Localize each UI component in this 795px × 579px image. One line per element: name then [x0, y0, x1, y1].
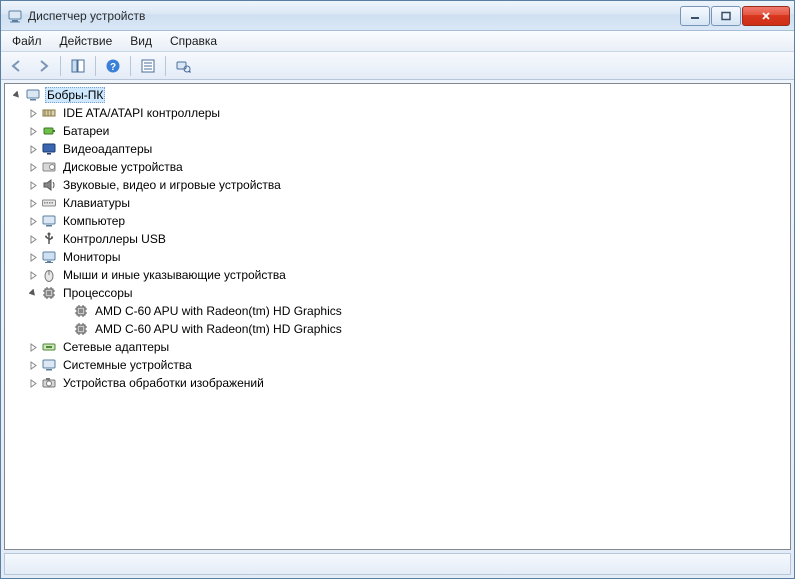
disk-icon [41, 159, 57, 175]
tree-category-sound[interactable]: Звуковые, видео и игровые устройства [5, 176, 790, 194]
usb-icon [41, 231, 57, 247]
expand-icon[interactable] [25, 357, 41, 373]
titlebar[interactable]: Диспетчер устройств [1, 1, 794, 31]
expand-icon[interactable] [25, 141, 41, 157]
tree-label: Контроллеры USB [61, 231, 168, 247]
expand-icon[interactable] [25, 123, 41, 139]
svg-text:?: ? [110, 62, 116, 73]
properties-button[interactable] [136, 55, 160, 77]
processor-icon [73, 303, 89, 319]
content-wrapper: Бобры-ПК IDE ATA/ATAPI контроллеры Батар… [1, 80, 794, 578]
window-controls [680, 6, 790, 26]
tree-category-system[interactable]: Системные устройства [5, 356, 790, 374]
expand-icon[interactable] [25, 105, 41, 121]
nav-back-button[interactable] [5, 55, 29, 77]
minimize-button[interactable] [680, 6, 710, 26]
expander-empty [57, 321, 73, 337]
nav-forward-button[interactable] [31, 55, 55, 77]
tree-label: Мыши и иные указывающие устройства [61, 267, 288, 283]
processor-icon [73, 321, 89, 337]
device-manager-window: Диспетчер устройств Файл Действие Вид Сп… [0, 0, 795, 579]
toolbar-separator [130, 56, 131, 76]
tree-item-cpu-0[interactable]: AMD C-60 APU with Radeon(tm) HD Graphics [5, 302, 790, 320]
tree-category-network[interactable]: Сетевые адаптеры [5, 338, 790, 356]
expander-empty [57, 303, 73, 319]
close-button[interactable] [742, 6, 790, 26]
imaging-icon [41, 375, 57, 391]
tree-category-imaging[interactable]: Устройства обработки изображений [5, 374, 790, 392]
tree-label: Звуковые, видео и игровые устройства [61, 177, 283, 193]
processor-icon [41, 285, 57, 301]
tree-label: Процессоры [61, 285, 135, 301]
expand-icon[interactable] [25, 375, 41, 391]
tree-label: Дисковые устройства [61, 159, 185, 175]
show-hide-tree-button[interactable] [66, 55, 90, 77]
tree-label: Видеоадаптеры [61, 141, 154, 157]
tree-label: Клавиатуры [61, 195, 132, 211]
collapse-icon[interactable] [25, 285, 41, 301]
sound-icon [41, 177, 57, 193]
expand-icon[interactable] [25, 213, 41, 229]
tree-label: Устройства обработки изображений [61, 375, 266, 391]
menubar: Файл Действие Вид Справка [1, 31, 794, 52]
tree-label: Сетевые адаптеры [61, 339, 171, 355]
tree-label: IDE ATA/ATAPI контроллеры [61, 105, 222, 121]
expand-icon[interactable] [25, 177, 41, 193]
status-bar [4, 553, 791, 575]
tree-category-processors[interactable]: Процессоры [5, 284, 790, 302]
tree-label: Системные устройства [61, 357, 194, 373]
expand-icon[interactable] [25, 249, 41, 265]
toolbar-separator [95, 56, 96, 76]
tree-category-usb[interactable]: Контроллеры USB [5, 230, 790, 248]
collapse-icon[interactable] [9, 87, 25, 103]
device-tree: Бобры-ПК IDE ATA/ATAPI контроллеры Батар… [5, 86, 790, 392]
tree-item-label: AMD C-60 APU with Radeon(tm) HD Graphics [93, 321, 344, 337]
tree-category-disks[interactable]: Дисковые устройства [5, 158, 790, 176]
menu-action[interactable]: Действие [51, 32, 122, 50]
tree-category-batteries[interactable]: Батареи [5, 122, 790, 140]
tree-label: Мониторы [61, 249, 122, 265]
tree-item-label: AMD C-60 APU with Radeon(tm) HD Graphics [93, 303, 344, 319]
menu-help[interactable]: Справка [161, 32, 226, 50]
device-manager-icon [7, 8, 23, 24]
battery-icon [41, 123, 57, 139]
expand-icon[interactable] [25, 267, 41, 283]
expand-icon[interactable] [25, 231, 41, 247]
tree-category-display[interactable]: Видеоадаптеры [5, 140, 790, 158]
tree-category-monitors[interactable]: Мониторы [5, 248, 790, 266]
tree-item-cpu-1[interactable]: AMD C-60 APU with Radeon(tm) HD Graphics [5, 320, 790, 338]
tree-label: Компьютер [61, 213, 127, 229]
device-tree-pane[interactable]: Бобры-ПК IDE ATA/ATAPI контроллеры Батар… [4, 83, 791, 550]
expand-icon[interactable] [25, 339, 41, 355]
expand-icon[interactable] [25, 159, 41, 175]
tree-root-label[interactable]: Бобры-ПК [45, 87, 105, 103]
toolbar-separator [165, 56, 166, 76]
window-title: Диспетчер устройств [28, 9, 680, 23]
computer-icon [41, 213, 57, 229]
keyboard-icon [41, 195, 57, 211]
tree-label: Батареи [61, 123, 111, 139]
mouse-icon [41, 267, 57, 283]
system-device-icon [41, 357, 57, 373]
expand-icon[interactable] [25, 195, 41, 211]
scan-hardware-button[interactable] [171, 55, 195, 77]
monitor-icon [41, 249, 57, 265]
maximize-button[interactable] [711, 6, 741, 26]
display-adapter-icon [41, 141, 57, 157]
tree-category-ide[interactable]: IDE ATA/ATAPI контроллеры [5, 104, 790, 122]
toolbar: ? [1, 52, 794, 80]
tree-category-computer[interactable]: Компьютер [5, 212, 790, 230]
tree-category-mice[interactable]: Мыши и иные указывающие устройства [5, 266, 790, 284]
help-button[interactable]: ? [101, 55, 125, 77]
toolbar-separator [60, 56, 61, 76]
computer-icon [25, 87, 41, 103]
tree-category-keyboards[interactable]: Клавиатуры [5, 194, 790, 212]
ide-controller-icon [41, 105, 57, 121]
network-icon [41, 339, 57, 355]
menu-view[interactable]: Вид [121, 32, 161, 50]
menu-file[interactable]: Файл [3, 32, 51, 50]
tree-root[interactable]: Бобры-ПК [5, 86, 790, 104]
